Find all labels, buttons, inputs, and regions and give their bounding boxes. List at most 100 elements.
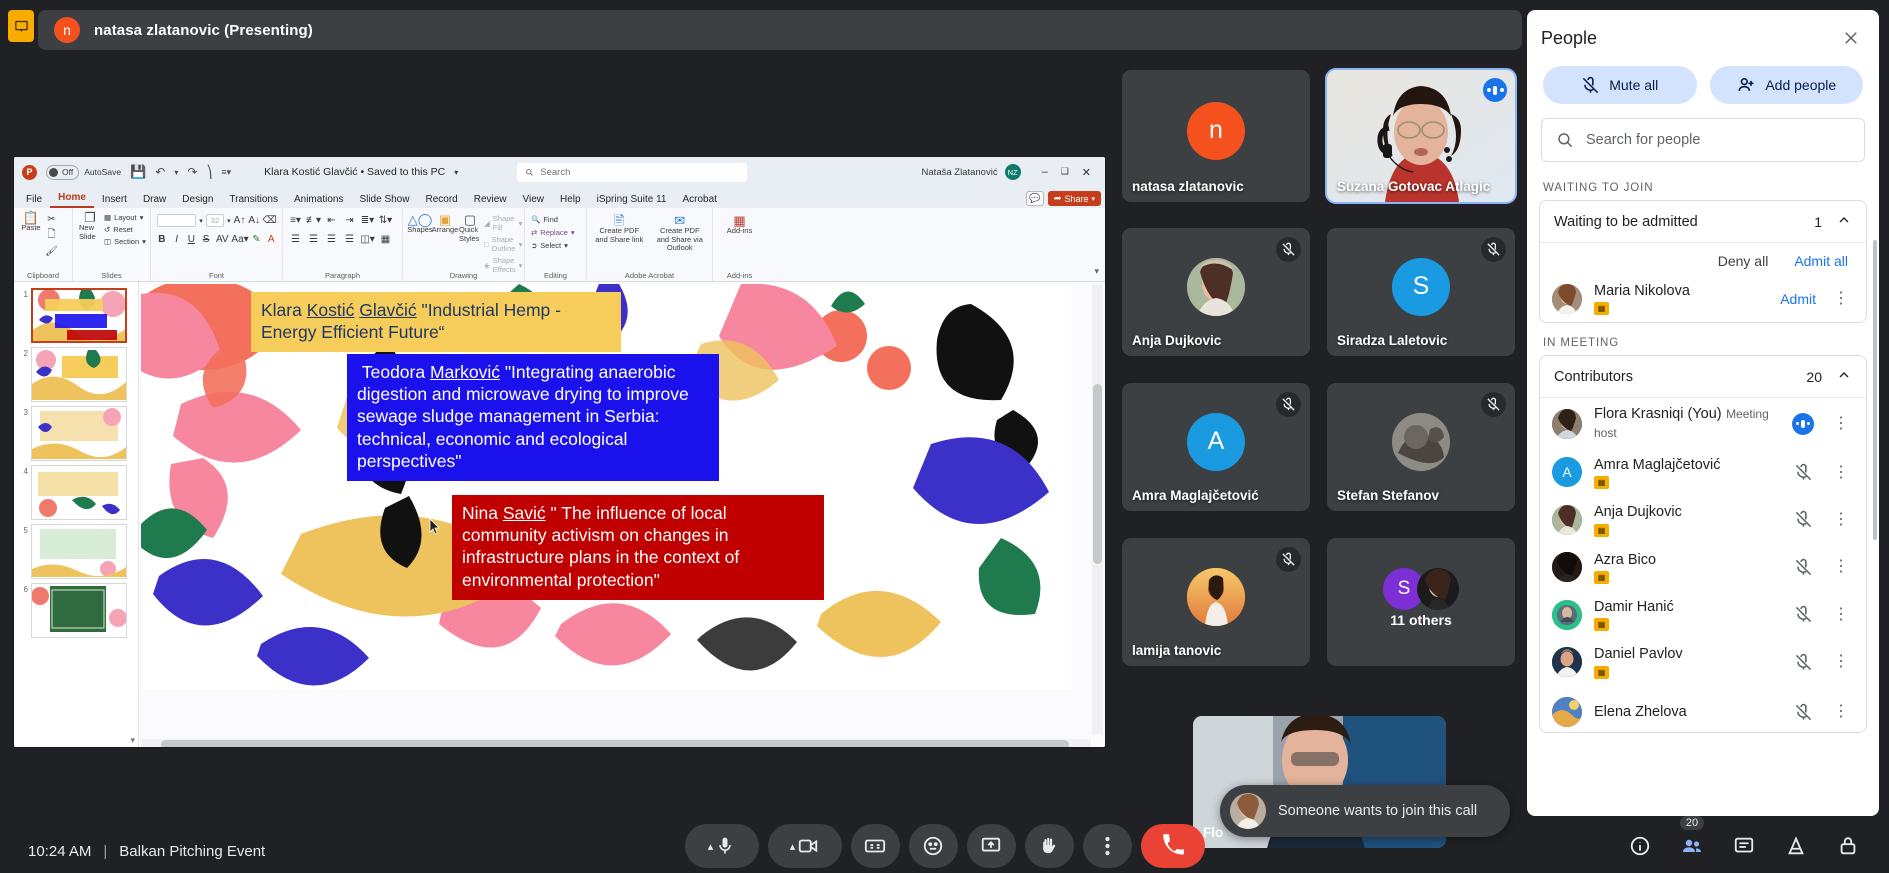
add-people-button[interactable]: Add people — [1709, 66, 1863, 104]
tab-design[interactable]: Design — [174, 194, 221, 208]
panel-scrollbar[interactable] — [1873, 240, 1877, 540]
window-restore-button[interactable]: ❑ — [1061, 166, 1069, 179]
slide-thumbnail[interactable]: 6 — [14, 581, 138, 640]
slide-textbox-red[interactable]: Nina Savić " The influence of local comm… — [452, 495, 824, 600]
kebab-icon[interactable]: ⋮ — [1828, 654, 1854, 669]
ppt-search-box[interactable]: Search — [517, 162, 748, 182]
kebab-icon[interactable]: ⋮ — [1828, 512, 1854, 527]
select-button[interactable]: ➲ Select ▾ — [531, 241, 580, 250]
participants-overflow-tile[interactable]: S 11 others — [1327, 538, 1515, 666]
search-input[interactable]: Search for people — [1541, 118, 1865, 162]
customize-qat-icon[interactable]: ≡▾ — [221, 167, 231, 178]
mute-all-button[interactable]: Mute all — [1543, 66, 1697, 104]
tab-help[interactable]: Help — [552, 194, 589, 208]
save-icon[interactable]: 💾 — [130, 164, 146, 180]
more-options-button[interactable] — [1082, 824, 1132, 868]
align-left-icon[interactable]: ☰ — [289, 233, 302, 246]
find-button[interactable]: 🔍 Find — [531, 215, 580, 224]
columns-icon[interactable]: ◫▾ — [360, 233, 374, 246]
tab-ispring-suite[interactable]: iSpring Suite 11 — [589, 194, 675, 208]
kebab-icon[interactable]: ⋮ — [1828, 704, 1854, 719]
participant-tile[interactable]: A Amra Maglajčetović — [1122, 383, 1310, 511]
slide-thumbnail[interactable]: 3 — [14, 404, 138, 463]
font-name-dropdown-icon[interactable]: ▾ — [199, 217, 203, 225]
chevron-up-icon[interactable] — [1836, 212, 1852, 231]
title-dropdown-icon[interactable]: ▾ — [454, 168, 458, 177]
slide-thumbnail-pane[interactable]: 1 2 3 4 5 6 ▾ — [14, 282, 139, 747]
ribbon-collapse-icon[interactable]: ▾ — [1094, 266, 1105, 281]
raise-hand-button[interactable] — [1024, 824, 1074, 868]
layout-button[interactable]: ▦ Layout ▾ — [104, 213, 146, 222]
slide-surface[interactable]: Klara Kostić Glavčić "Industrial Hemp - … — [141, 284, 1071, 689]
paste-button[interactable]: 📋 Paste — [20, 211, 42, 233]
tab-record[interactable]: Record — [417, 194, 465, 208]
ppt-document-title[interactable]: Klara Kostić Glavčić • Saved to this PC — [264, 166, 445, 178]
copy-icon[interactable]: 🗋 — [45, 229, 58, 242]
window-close-button[interactable]: ✕ — [1082, 166, 1091, 179]
participant-tile[interactable]: Suzana Gotovac Atlagic — [1325, 68, 1517, 204]
tab-file[interactable]: File — [18, 194, 50, 208]
participant-row[interactable]: Anja Dujkovic ▦ ⋮ — [1540, 496, 1866, 543]
create-pdf-share-link-button[interactable]: 🖹 Create PDF and Share link — [593, 214, 646, 244]
meeting-details-button[interactable] — [1627, 833, 1653, 859]
chevron-up-icon[interactable]: ▴ — [790, 840, 796, 853]
tab-animations[interactable]: Animations — [286, 194, 351, 208]
replace-button[interactable]: ⇄ Replace ▾ — [531, 228, 580, 237]
participant-row[interactable]: A Amra Maglajčetović ▦ ⋮ — [1540, 449, 1866, 496]
shared-screen-powerpoint[interactable]: P Off AutoSave 💾 ↶ ▾ ↷ ⎞ ≡▾ Klara Kostić… — [14, 157, 1105, 747]
presentation-pin-icon[interactable] — [8, 10, 34, 42]
chevron-up-icon[interactable]: ▴ — [708, 840, 714, 853]
comments-icon[interactable]: 💬 — [1025, 191, 1044, 206]
bullets-icon[interactable]: ≡▾ — [289, 214, 302, 227]
section-button[interactable]: ◫ Section ▾ — [104, 237, 146, 246]
slide-vertical-scrollbar[interactable] — [1092, 284, 1103, 734]
kebab-icon[interactable]: ⋮ — [1828, 607, 1854, 622]
deny-all-button[interactable]: Deny all — [1718, 253, 1769, 269]
thumbnail-scroll-down-icon[interactable]: ▾ — [130, 735, 135, 746]
share-button[interactable]: ➦ Share ▾ — [1047, 191, 1101, 206]
chevron-up-icon[interactable] — [1836, 367, 1852, 386]
participant-row[interactable]: Flora Krasniqi (You) Meeting host ⋮ — [1540, 398, 1866, 448]
contributors-card-header[interactable]: Contributors 20 — [1540, 356, 1866, 399]
people-panel[interactable]: People Mute all Add people Search for pe… — [1527, 10, 1879, 816]
participant-row[interactable]: Azra Bico ▦ ⋮ — [1540, 544, 1866, 591]
participant-row[interactable]: Damir Hanić ▦ ⋮ — [1540, 591, 1866, 638]
participant-row[interactable]: Elena Zhelova ⋮ — [1540, 686, 1866, 732]
start-presentation-icon[interactable]: ⎞ — [206, 165, 212, 179]
captions-toggle[interactable] — [850, 824, 900, 868]
waiting-person-row[interactable]: Maria Nikolova ▦ Admit ⋮ — [1540, 275, 1866, 322]
camera-toggle[interactable]: ▴ — [767, 824, 842, 868]
add-ins-button[interactable]: ▦ Add-ins — [727, 214, 752, 236]
people-button[interactable]: 20 — [1679, 816, 1705, 859]
slide-horizontal-scrollbar[interactable] — [141, 739, 1091, 747]
participant-tile[interactable]: n natasa zlatanovic — [1122, 70, 1310, 202]
participant-row[interactable]: Daniel Pavlov ▦ ⋮ — [1540, 638, 1866, 685]
new-slide-button[interactable]: ❐ New Slide — [79, 211, 101, 241]
shapes-button[interactable]: △◯ Shapes — [407, 213, 432, 235]
tab-acrobat[interactable]: Acrobat — [674, 194, 724, 208]
numbering-icon[interactable]: ≢▾ — [306, 214, 321, 227]
increase-indent-icon[interactable]: ⇥ — [343, 214, 356, 227]
admit-all-button[interactable]: Admit all — [1794, 253, 1848, 269]
present-screen-button[interactable] — [966, 824, 1016, 868]
join-request-toast[interactable]: Someone wants to join this call — [1220, 785, 1510, 837]
align-center-icon[interactable]: ☰ — [307, 233, 320, 246]
reset-button[interactable]: ↺ Reset — [104, 225, 146, 234]
chat-button[interactable] — [1731, 833, 1757, 859]
shape-fill-button[interactable]: ◢ Shape Fill ▾ — [484, 214, 522, 232]
bold-icon[interactable]: B — [157, 233, 167, 246]
character-spacing-icon[interactable]: AV — [216, 233, 229, 246]
format-painter-icon[interactable]: 🖌 — [45, 245, 58, 258]
convert-to-smartart-icon[interactable]: ▦ — [379, 233, 392, 246]
tab-slide-show[interactable]: Slide Show — [351, 194, 417, 208]
slide-thumbnail[interactable]: 2 — [14, 345, 138, 404]
slide-canvas[interactable]: Klara Kostić Glavčić "Industrial Hemp - … — [139, 282, 1105, 747]
quick-styles-button[interactable]: ▢ Quick Styles — [459, 213, 481, 243]
cut-icon[interactable]: ✂ — [45, 213, 58, 226]
microphone-toggle[interactable]: ▴ — [684, 824, 759, 868]
participant-tile[interactable]: S Siradza Laletovic — [1327, 228, 1515, 356]
redo-icon[interactable]: ↷ — [187, 165, 197, 179]
admit-button[interactable]: Admit — [1780, 291, 1816, 307]
slide-textbox-yellow[interactable]: Klara Kostić Glavčić "Industrial Hemp - … — [251, 292, 621, 353]
tab-transitions[interactable]: Transitions — [221, 194, 286, 208]
